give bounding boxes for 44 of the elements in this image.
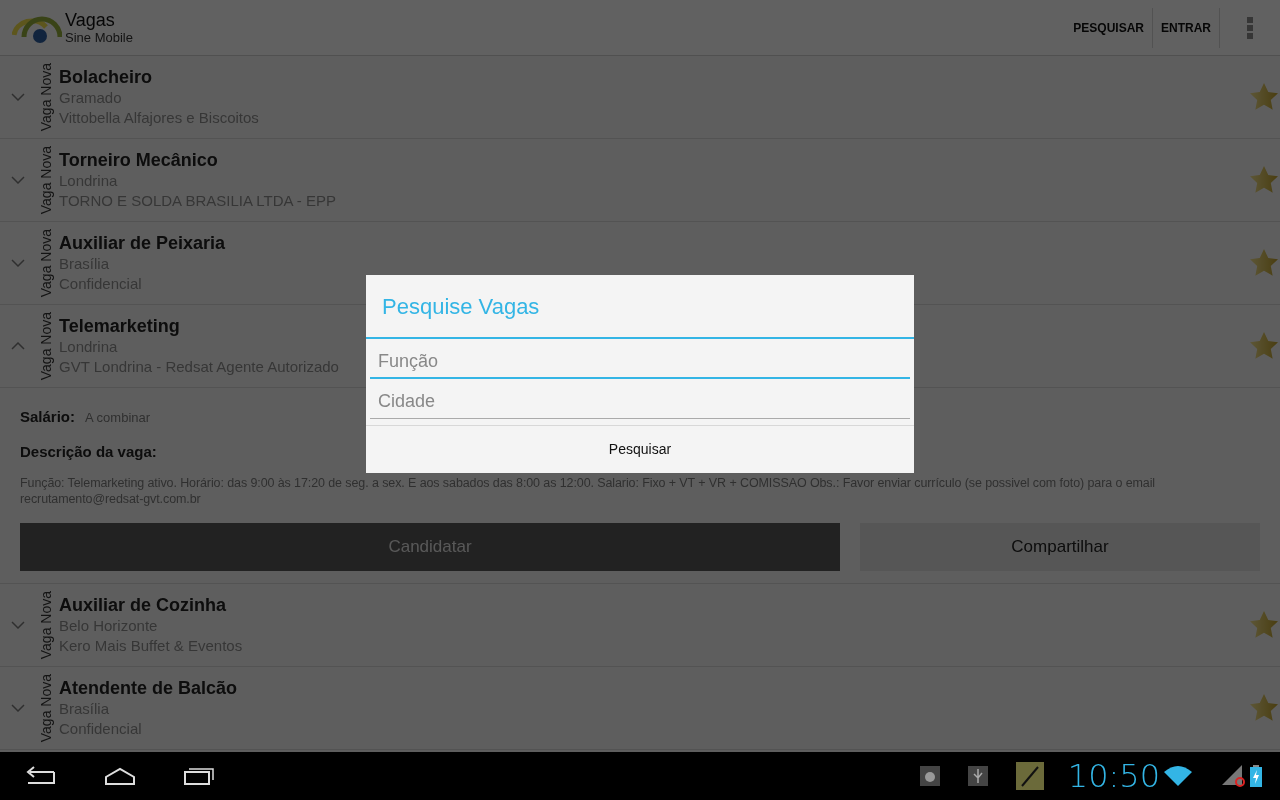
chevron-down-icon[interactable] [11, 93, 25, 101]
job-title: Auxiliar de Cozinha [59, 594, 227, 616]
app-title: Vagas [65, 9, 116, 30]
description-label: Descrição da vaga: [20, 441, 157, 462]
new-label: Vaga Nova [36, 62, 55, 132]
job-title: Auxiliar de Peixaria [59, 232, 226, 254]
chevron-up-icon[interactable] [11, 342, 25, 350]
chevron-down-icon[interactable] [11, 621, 25, 629]
new-label: Vaga Nova [36, 673, 55, 743]
app-subtitle: Sine Mobile [65, 29, 133, 46]
chevron-down-icon[interactable] [11, 704, 25, 712]
chevron-down-icon[interactable] [11, 259, 25, 267]
job-title: Telemarketing [59, 315, 180, 337]
overflow-menu-icon[interactable] [1247, 16, 1253, 39]
action-button[interactable]: ENTRAR [1153, 7, 1220, 48]
salary-label: Salário: [20, 407, 76, 427]
star-icon[interactable] [1248, 81, 1280, 113]
new-label: Vaga Nova [36, 145, 55, 215]
search-button[interactable]: Pesquisar [366, 425, 914, 473]
usb-icon[interactable] [967, 766, 988, 786]
job-title: Torneiro Mecânico [59, 149, 218, 171]
home-icon[interactable] [104, 766, 136, 786]
job-title: Bolacheiro [59, 66, 153, 88]
no-signal-icon[interactable] [1222, 765, 1246, 787]
text-field[interactable]: Função [370, 345, 910, 379]
wifi-icon[interactable] [1164, 766, 1192, 786]
star-icon[interactable] [1248, 247, 1280, 279]
action-button[interactable]: PESQUISAR [1065, 7, 1153, 48]
job-title: Atendente de Balcão [59, 677, 238, 699]
star-icon[interactable] [1248, 330, 1280, 362]
battery-charging-icon[interactable] [1250, 765, 1262, 787]
new-label: Vaga Nova [36, 228, 55, 298]
star-icon[interactable] [1248, 692, 1280, 724]
clock[interactable]: 10:50 [1067, 760, 1160, 792]
recent-apps-icon[interactable] [184, 767, 214, 785]
new-label: Vaga Nova [36, 311, 55, 381]
back-icon[interactable] [24, 766, 56, 786]
new-label: Vaga Nova [36, 590, 55, 660]
star-icon[interactable] [1248, 164, 1280, 196]
chevron-down-icon[interactable] [11, 176, 25, 184]
star-icon[interactable] [1248, 609, 1280, 641]
dialog-title: Pesquise Vagas [366, 275, 914, 339]
share-button[interactable]: Compartilhar [860, 523, 1260, 571]
text-field[interactable]: Cidade [370, 385, 910, 419]
